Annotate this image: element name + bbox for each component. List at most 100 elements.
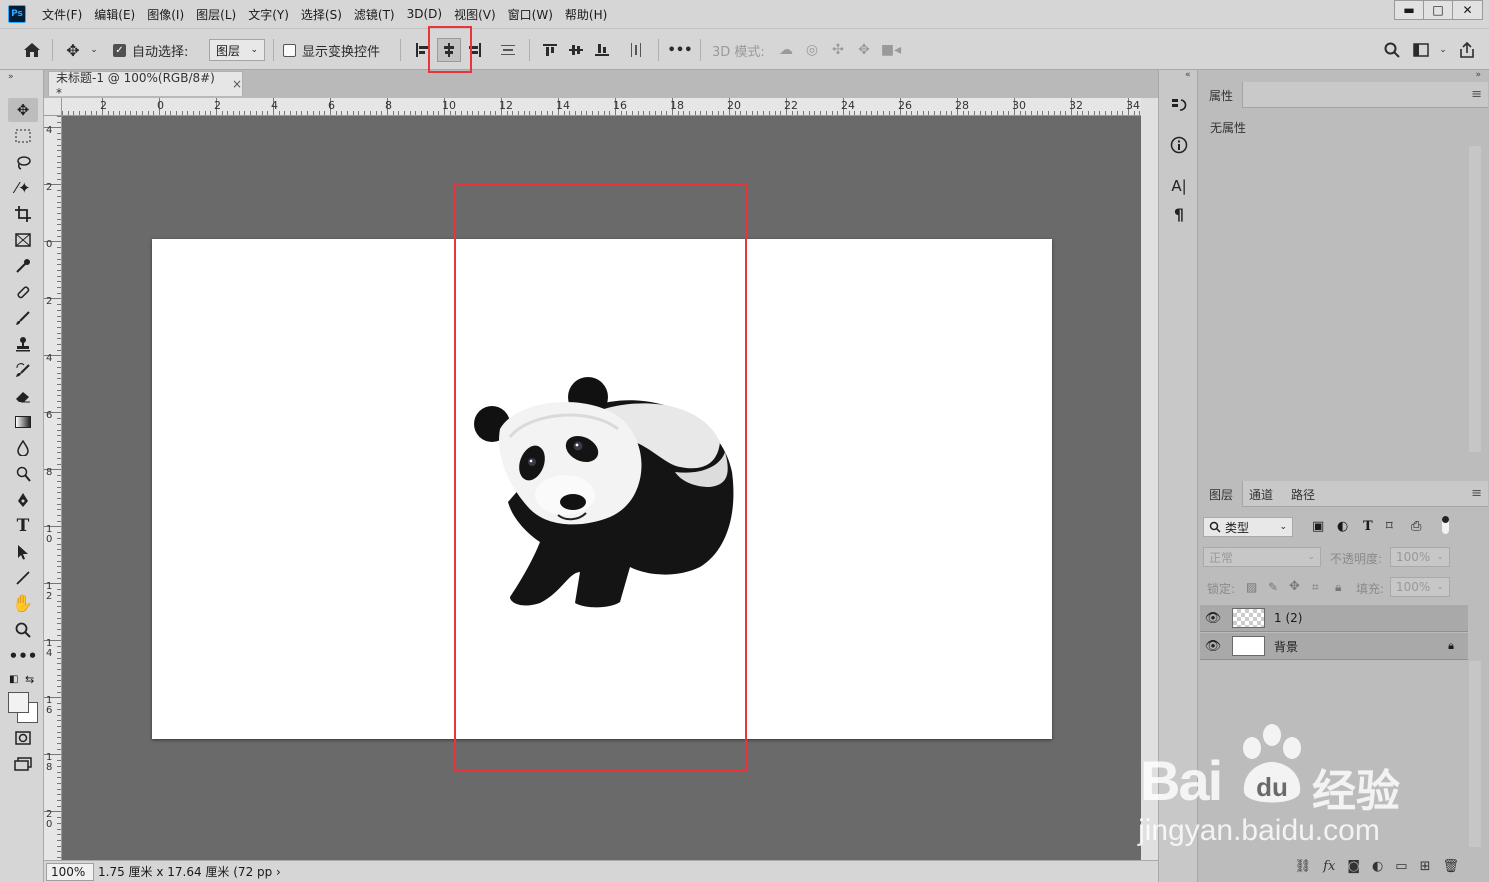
menu-window[interactable]: 窗口(W): [502, 6, 559, 23]
eyedropper-tool-icon[interactable]: [8, 254, 38, 278]
menu-view[interactable]: 视图(V): [448, 6, 502, 23]
menu-select[interactable]: 选择(S): [295, 6, 348, 23]
auto-select-checkbox[interactable]: ✓ 自动选择:: [113, 29, 188, 71]
document-info[interactable]: 1.75 厘米 x 17.64 厘米 (72 pp ›: [98, 863, 281, 880]
zoom-tool-icon[interactable]: [8, 618, 38, 642]
filter-pixel-icon[interactable]: ▣: [1312, 519, 1324, 534]
info-panel-icon[interactable]: [1168, 134, 1190, 156]
more-tools-icon[interactable]: •••: [8, 644, 38, 668]
move-tool-icon[interactable]: ✥: [8, 98, 38, 122]
search-icon[interactable]: [1382, 29, 1402, 71]
brush-tool-icon[interactable]: [8, 306, 38, 330]
menu-edit[interactable]: 编辑(E): [88, 6, 141, 23]
history-panel-icon[interactable]: [1168, 94, 1190, 116]
layer-row[interactable]: 👁︎ 背景 🔒︎: [1200, 633, 1468, 660]
tab-properties[interactable]: 属性: [1200, 82, 1244, 108]
maximize-button[interactable]: □: [1424, 1, 1453, 19]
filter-shape-icon[interactable]: ⌑: [1386, 519, 1393, 534]
character-panel-icon[interactable]: A|: [1168, 175, 1190, 197]
lock-artboard-icon[interactable]: ⌗: [1312, 580, 1319, 595]
frame-tool-icon[interactable]: [8, 228, 38, 252]
lasso-tool-icon[interactable]: [8, 150, 38, 174]
home-icon[interactable]: [20, 29, 44, 71]
hand-tool-icon[interactable]: ✋: [8, 592, 38, 616]
filter-type-icon[interactable]: T: [1363, 519, 1373, 534]
lock-paint-icon[interactable]: ✎: [1268, 580, 1278, 594]
quick-mask-icon[interactable]: [8, 726, 38, 750]
menu-file[interactable]: 文件(F): [36, 6, 88, 23]
minimize-button[interactable]: ▬: [1395, 1, 1424, 19]
document-tab[interactable]: 未标题-1 @ 100%(RGB/8#) * ×: [48, 71, 243, 100]
layer-row[interactable]: 👁︎ 1 (2): [1200, 605, 1468, 632]
stamp-tool-icon[interactable]: [8, 332, 38, 356]
collapse-dock-icon[interactable]: «: [1185, 70, 1191, 80]
3d-roll-icon[interactable]: ◎: [802, 29, 822, 71]
more-options-icon[interactable]: •••: [668, 29, 693, 71]
show-transform-checkbox[interactable]: 显示变换控件: [283, 29, 380, 71]
delete-layer-icon[interactable]: 🗑︎: [1442, 859, 1459, 874]
collapse-toolbar-icon[interactable]: »: [8, 72, 14, 82]
marquee-tool-icon[interactable]: [8, 124, 38, 148]
menu-filter[interactable]: 滤镜(T): [348, 6, 401, 23]
tab-channels[interactable]: 通道: [1240, 481, 1282, 507]
lock-transparent-icon[interactable]: ▨: [1246, 580, 1257, 594]
swap-colors-icon[interactable]: ⇆: [25, 673, 34, 686]
fx-icon[interactable]: fx: [1323, 859, 1335, 874]
align-bottom-icon[interactable]: [592, 29, 612, 71]
new-group-icon[interactable]: ▭: [1395, 859, 1407, 874]
3d-pan-icon[interactable]: ✣: [828, 29, 848, 71]
type-tool-icon[interactable]: T: [8, 514, 38, 538]
horizontal-ruler[interactable]: 2 0 2 4 6 8 10 12 14 16 18 20 22 24 26 28 30 32 34: [62, 98, 1141, 116]
zoom-field[interactable]: 100%: [46, 862, 94, 881]
layer-mask-icon[interactable]: ◙: [1347, 859, 1360, 874]
layer-filter-dropdown[interactable]: 类型 ⌄: [1203, 517, 1293, 537]
distribute-vertical-icon[interactable]: [498, 29, 518, 71]
blend-mode-dropdown[interactable]: 正常 ⌄: [1203, 547, 1321, 567]
foreground-color-swatch[interactable]: [8, 692, 29, 713]
workspace-chevron-icon[interactable]: ⌄: [1437, 29, 1449, 71]
lock-position-icon[interactable]: ✥: [1289, 579, 1300, 594]
3d-camera-icon[interactable]: ■◂: [880, 29, 902, 71]
new-layer-icon[interactable]: ⊞: [1420, 859, 1431, 874]
line-tool-icon[interactable]: [8, 566, 38, 590]
paragraph-panel-icon[interactable]: ¶: [1168, 203, 1190, 225]
link-layers-icon[interactable]: ⛓︎: [1295, 859, 1312, 874]
close-button[interactable]: ✕: [1453, 1, 1482, 19]
gradient-tool-icon[interactable]: [8, 410, 38, 434]
3d-slide-icon[interactable]: ✥: [854, 29, 874, 71]
align-vertical-center-icon[interactable]: [566, 29, 586, 71]
eye-icon[interactable]: 👁︎: [1200, 611, 1226, 626]
panel-menu-icon[interactable]: ≡: [1471, 486, 1482, 501]
align-top-icon[interactable]: [540, 29, 560, 71]
tool-preset-chevron-icon[interactable]: ⌄: [88, 29, 100, 71]
properties-scrollbar[interactable]: [1469, 146, 1481, 452]
menu-help[interactable]: 帮助(H): [559, 6, 613, 23]
eraser-tool-icon[interactable]: [8, 384, 38, 408]
history-brush-tool-icon[interactable]: [8, 358, 38, 382]
magic-wand-tool-icon[interactable]: ⁄✦: [8, 176, 38, 200]
default-colors-icon[interactable]: ◧: [9, 674, 18, 685]
auto-select-target-dropdown[interactable]: 图层 ⌄: [209, 39, 265, 61]
filter-toggle[interactable]: [1442, 516, 1449, 534]
3d-orbit-icon[interactable]: ☁: [776, 29, 796, 71]
menu-type[interactable]: 文字(Y): [242, 6, 295, 23]
tab-layers[interactable]: 图层: [1200, 481, 1244, 507]
crop-tool-icon[interactable]: [8, 202, 38, 226]
eye-icon[interactable]: 👁︎: [1200, 639, 1226, 654]
healing-brush-tool-icon[interactable]: [8, 280, 38, 304]
pen-tool-icon[interactable]: [8, 488, 38, 512]
fill-field[interactable]: 100% ⌄: [1390, 577, 1450, 597]
menu-layer[interactable]: 图层(L): [190, 6, 242, 23]
lock-all-icon[interactable]: 🔒︎: [1335, 580, 1341, 595]
dodge-tool-icon[interactable]: [8, 462, 38, 486]
expand-panels-icon[interactable]: »: [1475, 70, 1481, 80]
tab-paths[interactable]: 路径: [1282, 481, 1324, 507]
panel-menu-icon[interactable]: ≡: [1471, 87, 1482, 102]
adjustment-layer-icon[interactable]: ◐: [1372, 859, 1383, 874]
filter-adjustment-icon[interactable]: ◐: [1337, 519, 1348, 534]
menu-3d[interactable]: 3D(D): [401, 7, 448, 21]
share-icon[interactable]: [1457, 29, 1477, 71]
menu-image[interactable]: 图像(I): [141, 6, 190, 23]
workspace-icon[interactable]: [1411, 29, 1431, 71]
blur-tool-icon[interactable]: [8, 436, 38, 460]
